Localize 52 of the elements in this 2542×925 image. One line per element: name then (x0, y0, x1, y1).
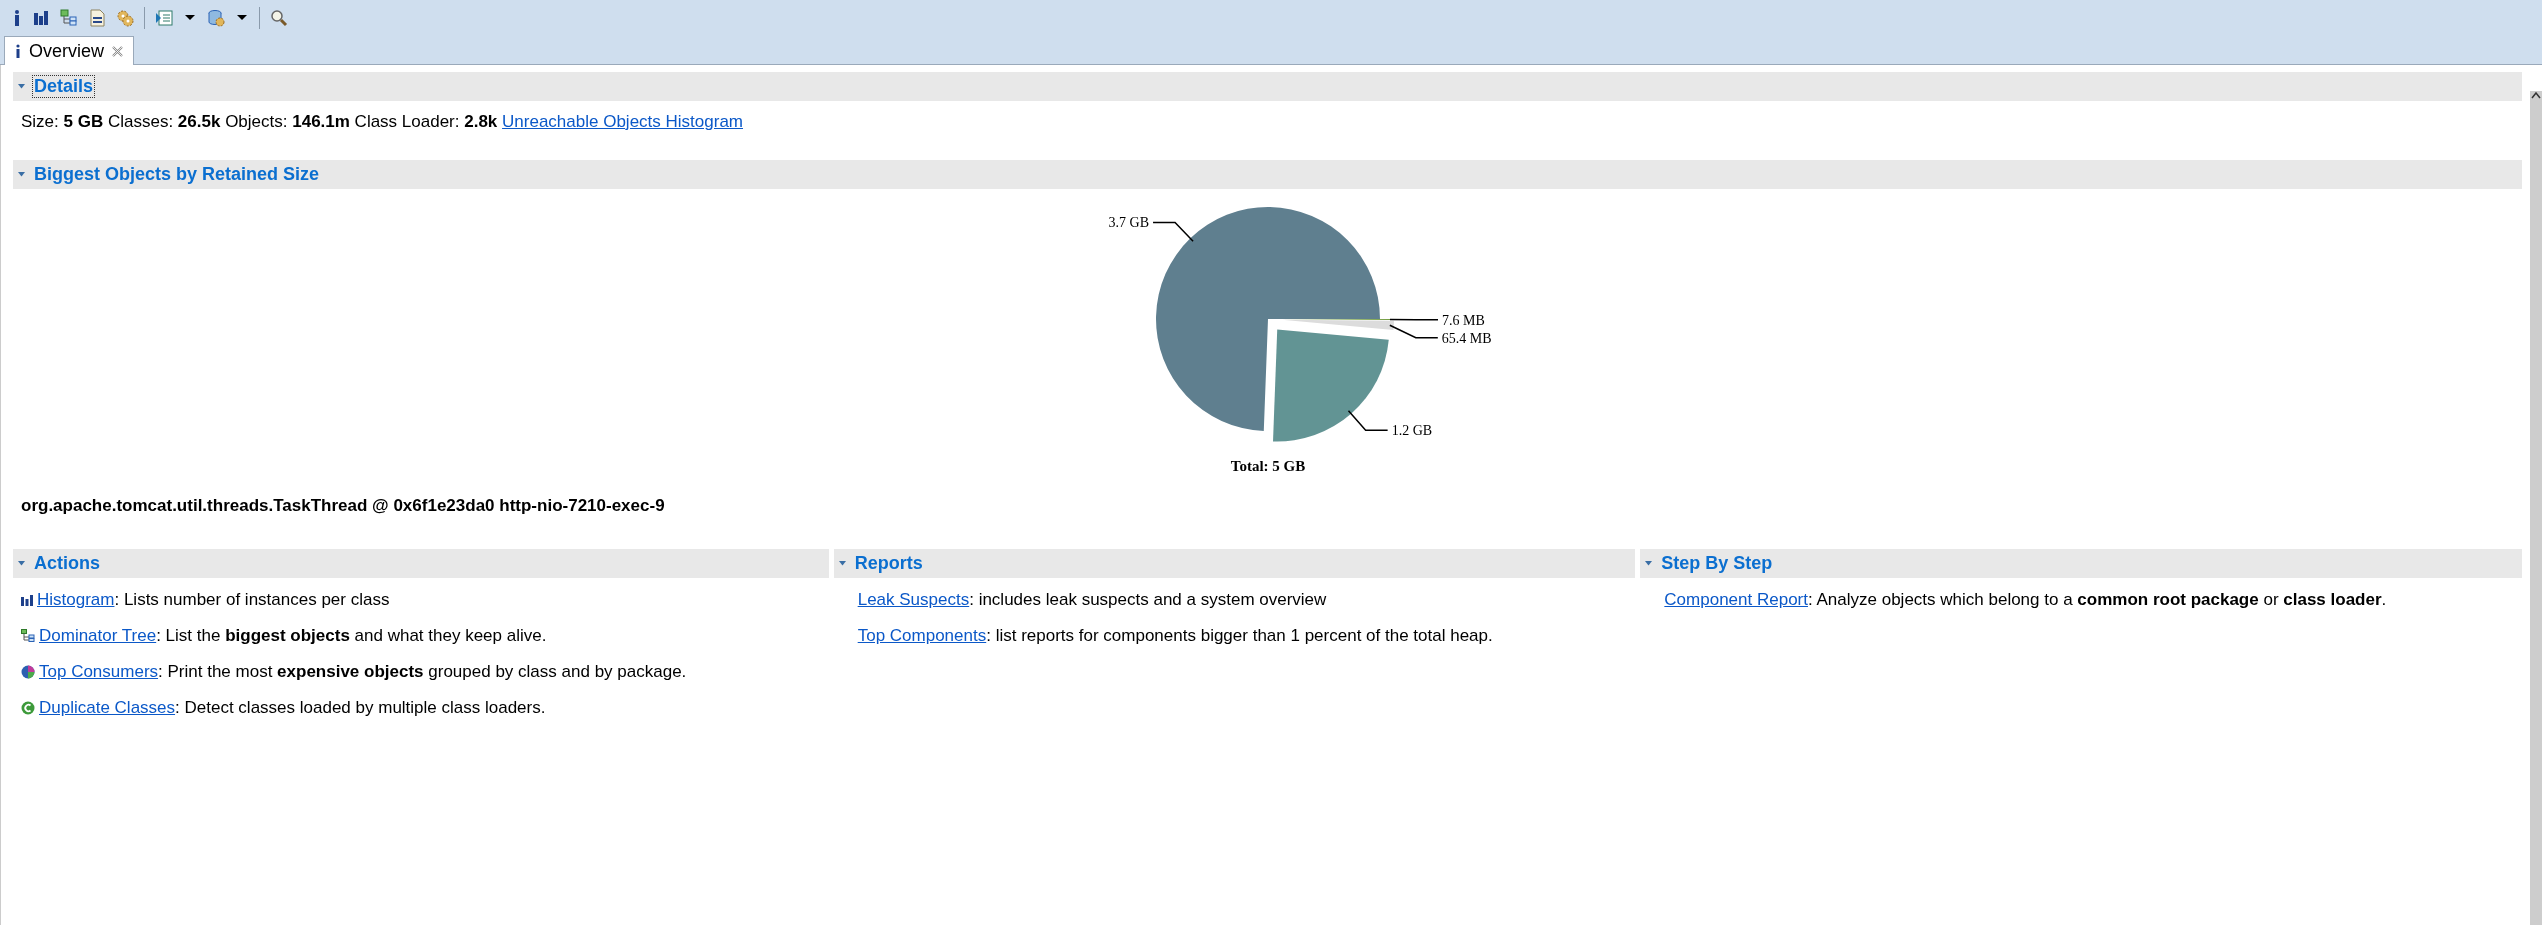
leader-line (1347, 409, 1388, 431)
section-title[interactable]: Details (32, 75, 96, 98)
action-description: Dominator Tree: List the biggest objects and what they keep alive. (39, 625, 547, 647)
histogram-icon (21, 594, 33, 606)
action-description: Top Components: list reports for components bigger than 1 percent of the total heap. (857, 625, 1493, 647)
value-label: 7.6 MB (1441, 312, 1485, 328)
action-description: Histogram: Lists number of instances per class (37, 589, 390, 611)
action-description: Component Report: Analyze objects which belong to a common root package or class loader. (1664, 589, 2387, 611)
action-link[interactable]: Top Consumers (39, 662, 159, 681)
action-link[interactable]: Component Report (1664, 590, 1808, 609)
scroll-up-icon[interactable] (2531, 91, 2541, 99)
section-title[interactable]: Step By Step (1659, 552, 1775, 575)
value-label: 1.2 GB (1391, 423, 1432, 439)
action-description: Leak Suspects: includes leak suspects and a system overview (857, 589, 1327, 611)
expand-icon[interactable] (17, 559, 26, 568)
value-label: 65.4 MB (1441, 330, 1492, 346)
section-title[interactable]: Actions (32, 552, 102, 575)
section-title[interactable]: Biggest Objects by Retained Size (32, 163, 322, 186)
unreachable-objects-link[interactable]: Unreachable Objects Histogram (502, 112, 743, 131)
object-name: org.apache.tomcat.util.threads.TaskThread @ 0x6f1e23da0 http-nio-7210-exec-9 (21, 495, 666, 517)
report-icon[interactable] (155, 9, 173, 27)
value-label: 3.7 GB (1108, 215, 1149, 231)
section-title[interactable]: Reports (852, 552, 925, 575)
leader-line (1388, 324, 1439, 339)
document-icon[interactable] (88, 9, 106, 27)
class-icon (21, 701, 35, 715)
action-link[interactable]: Dominator Tree (39, 626, 157, 645)
action-link[interactable]: Duplicate Classes (39, 698, 176, 717)
heap-summary: Size: 5 GB Classes: 26.5k Objects: 146.1m Class Loader: 2.8k Unreachable Objects Histogram (21, 111, 744, 133)
search-icon[interactable] (270, 9, 288, 27)
chart-title: Total: 5 GB (1230, 458, 1305, 474)
pie-icon (21, 665, 35, 679)
tree-icon (21, 629, 35, 643)
action-link[interactable]: Histogram (37, 590, 115, 609)
histogram-icon[interactable] (32, 9, 50, 27)
info-icon (15, 44, 21, 58)
expand-icon[interactable] (17, 82, 26, 91)
overview-tab[interactable]: Overview (4, 36, 134, 65)
scrollbar[interactable] (2530, 91, 2542, 925)
expand-icon[interactable] (17, 170, 26, 179)
leader-line (1151, 221, 1194, 242)
expand-icon[interactable] (1644, 559, 1654, 568)
database-icon[interactable] (207, 9, 225, 27)
leader-line (1388, 318, 1439, 321)
action-link[interactable]: Top Components (857, 626, 987, 645)
gears-icon[interactable] (116, 9, 134, 27)
action-description: Top Consumers: Print the most expensive objects grouped by class and by package. (39, 661, 687, 683)
close-icon[interactable] (112, 45, 123, 57)
tree-icon[interactable] (60, 9, 78, 27)
expand-icon[interactable] (837, 559, 847, 568)
action-link[interactable]: Leak Suspects (857, 590, 970, 609)
action-description: Duplicate Classes: Detect classes loaded by multiple class loaders. (39, 697, 546, 719)
